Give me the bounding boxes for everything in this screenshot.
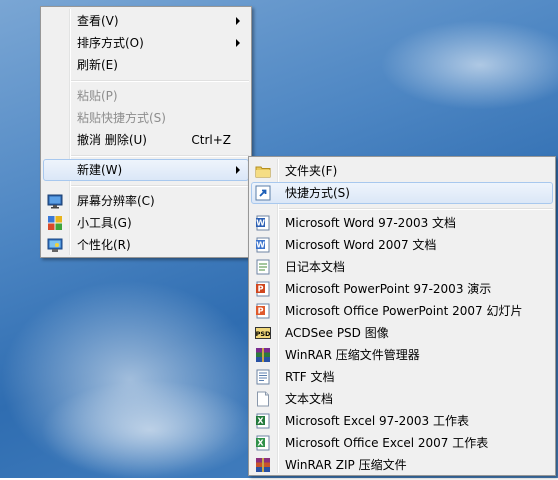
winrar-icon bbox=[255, 347, 271, 363]
submenu-item-word-97-2003[interactable]: W Microsoft Word 97-2003 文档 bbox=[251, 212, 553, 234]
menu-separator bbox=[71, 80, 249, 82]
excel-2007-icon: X bbox=[255, 435, 271, 451]
menu-separator bbox=[71, 155, 249, 157]
svg-text:X: X bbox=[257, 417, 264, 426]
menu-item-personalize[interactable]: 个性化(R) bbox=[43, 234, 249, 256]
excel-icon: X bbox=[255, 413, 271, 429]
menu-item-label: Microsoft Word 97-2003 文档 bbox=[285, 216, 457, 230]
submenu-item-excel-2007[interactable]: X Microsoft Office Excel 2007 工作表 bbox=[251, 432, 553, 454]
submenu-item-winrar[interactable]: WinRAR 压缩文件管理器 bbox=[251, 344, 553, 366]
submenu-item-powerpoint-2007[interactable]: P Microsoft Office PowerPoint 2007 幻灯片 bbox=[251, 300, 553, 322]
submenu-arrow-icon bbox=[236, 39, 240, 47]
menu-item-view[interactable]: 查看(V) bbox=[43, 10, 249, 32]
menu-separator bbox=[279, 208, 553, 210]
menu-item-undo-delete[interactable]: 撤消 删除(U) Ctrl+Z bbox=[43, 129, 249, 151]
menu-item-label: Microsoft PowerPoint 97-2003 演示 bbox=[285, 282, 492, 296]
menu-item-label: 快捷方式(S) bbox=[285, 186, 350, 200]
submenu-item-word-2007[interactable]: W Microsoft Word 2007 文档 bbox=[251, 234, 553, 256]
svg-text:W: W bbox=[256, 241, 265, 250]
journal-icon bbox=[255, 259, 271, 275]
word-docx-icon: W bbox=[255, 237, 271, 253]
menu-item-label: Microsoft Office PowerPoint 2007 幻灯片 bbox=[285, 304, 523, 318]
menu-item-label: 新建(W) bbox=[77, 163, 123, 177]
menu-item-label: ACDSee PSD 图像 bbox=[285, 326, 389, 340]
shortcut-icon bbox=[255, 185, 271, 201]
svg-text:P: P bbox=[258, 307, 264, 316]
menu-separator bbox=[71, 185, 249, 187]
svg-text:P: P bbox=[258, 285, 264, 294]
menu-item-paste-shortcut[interactable]: 粘贴快捷方式(S) bbox=[43, 107, 249, 129]
menu-item-label: 屏幕分辨率(C) bbox=[77, 194, 155, 208]
winrar-zip-icon bbox=[255, 457, 271, 473]
powerpoint-2007-icon: P bbox=[255, 303, 271, 319]
menu-item-paste[interactable]: 粘贴(P) bbox=[43, 85, 249, 107]
menu-item-screen-resolution[interactable]: 屏幕分辨率(C) bbox=[43, 190, 249, 212]
svg-text:X: X bbox=[257, 439, 264, 448]
cloud bbox=[380, 20, 558, 110]
menu-item-label: 粘贴(P) bbox=[77, 89, 118, 103]
svg-text:W: W bbox=[256, 219, 265, 228]
menu-item-label: 文本文档 bbox=[285, 392, 334, 406]
menu-item-label: 撤消 删除(U) bbox=[77, 133, 147, 147]
menu-item-label: 日记本文档 bbox=[285, 260, 346, 274]
personalize-icon bbox=[47, 237, 63, 253]
menu-item-new[interactable]: 新建(W) bbox=[43, 159, 249, 181]
submenu-arrow-icon bbox=[236, 17, 240, 25]
menu-item-gadgets[interactable]: 小工具(G) bbox=[43, 212, 249, 234]
menu-item-label: 刷新(E) bbox=[77, 58, 118, 72]
menu-item-label: 粘贴快捷方式(S) bbox=[77, 111, 166, 125]
cloud bbox=[40, 380, 260, 480]
menu-item-label: RTF 文档 bbox=[285, 370, 335, 384]
new-submenu: 文件夹(F) 快捷方式(S) W Microsoft Word 97-2003 … bbox=[248, 156, 556, 476]
menu-item-label: 文件夹(F) bbox=[285, 164, 338, 178]
submenu-item-shortcut[interactable]: 快捷方式(S) bbox=[251, 182, 553, 204]
menu-item-label: 个性化(R) bbox=[77, 238, 131, 252]
monitor-icon bbox=[47, 193, 63, 209]
gadgets-icon bbox=[47, 215, 63, 231]
desktop-context-menu: 查看(V) 排序方式(O) 刷新(E) 粘贴(P) 粘贴快捷方式(S) 撤消 删… bbox=[40, 6, 252, 258]
submenu-item-text-document[interactable]: 文本文档 bbox=[251, 388, 553, 410]
menu-item-label: Microsoft Excel 97-2003 工作表 bbox=[285, 414, 469, 428]
word-doc-icon: W bbox=[255, 215, 271, 231]
menu-item-label: Microsoft Word 2007 文档 bbox=[285, 238, 437, 252]
menu-item-label: WinRAR 压缩文件管理器 bbox=[285, 348, 420, 362]
svg-text:PSD: PSD bbox=[256, 330, 271, 338]
submenu-item-journal[interactable]: 日记本文档 bbox=[251, 256, 553, 278]
submenu-item-winrar-zip[interactable]: WinRAR ZIP 压缩文件 bbox=[251, 454, 553, 476]
menu-item-label: Microsoft Office Excel 2007 工作表 bbox=[285, 436, 489, 450]
submenu-arrow-icon bbox=[236, 166, 240, 174]
folder-icon bbox=[255, 163, 271, 179]
submenu-item-rtf[interactable]: RTF 文档 bbox=[251, 366, 553, 388]
submenu-item-acdsee-psd[interactable]: PSD ACDSee PSD 图像 bbox=[251, 322, 553, 344]
menu-item-label: 排序方式(O) bbox=[77, 36, 144, 50]
psd-icon: PSD bbox=[255, 325, 271, 341]
menu-item-label: 小工具(G) bbox=[77, 216, 132, 230]
menu-item-refresh[interactable]: 刷新(E) bbox=[43, 54, 249, 76]
submenu-item-powerpoint-97-2003[interactable]: P Microsoft PowerPoint 97-2003 演示 bbox=[251, 278, 553, 300]
text-doc-icon bbox=[255, 391, 271, 407]
rtf-icon bbox=[255, 369, 271, 385]
menu-item-label: WinRAR ZIP 压缩文件 bbox=[285, 458, 407, 472]
powerpoint-icon: P bbox=[255, 281, 271, 297]
menu-item-shortcut: Ctrl+Z bbox=[191, 133, 231, 147]
submenu-item-folder[interactable]: 文件夹(F) bbox=[251, 160, 553, 182]
menu-item-sort-by[interactable]: 排序方式(O) bbox=[43, 32, 249, 54]
submenu-item-excel-97-2003[interactable]: X Microsoft Excel 97-2003 工作表 bbox=[251, 410, 553, 432]
menu-item-label: 查看(V) bbox=[77, 14, 119, 28]
